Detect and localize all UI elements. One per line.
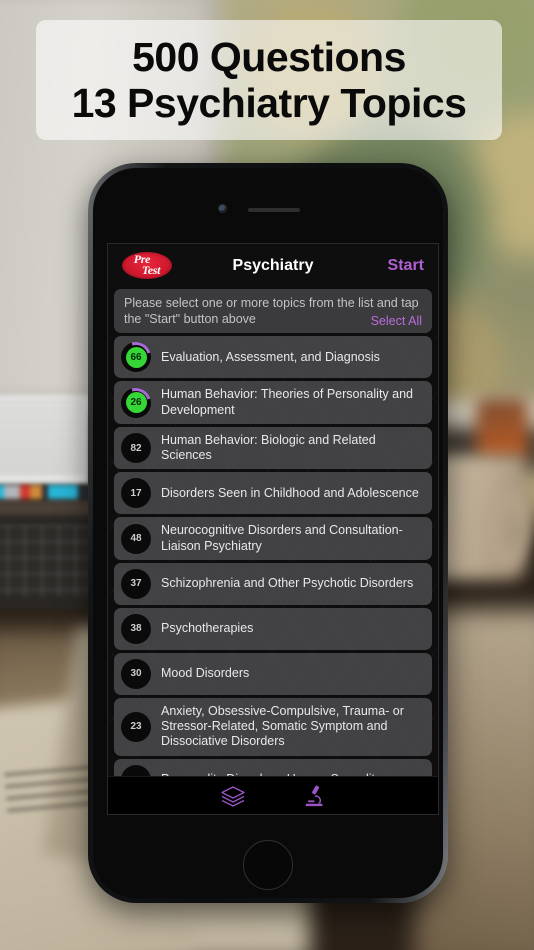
- topic-count-value: 17: [125, 482, 147, 504]
- topic-label: Anxiety, Obsessive-Compulsive, Trauma- o…: [161, 703, 404, 749]
- topic-label: Human Behavior: Biologic and Related Sci…: [161, 432, 376, 462]
- microscope-icon: [305, 785, 323, 806]
- front-camera-icon: [218, 204, 227, 213]
- topic-count-value: 23: [125, 716, 147, 738]
- topic-list[interactable]: 66 Evaluation, Assessment, and Diagnosis 2…: [108, 336, 438, 776]
- layers-icon: [221, 785, 245, 807]
- promo-line-2: 13 Psychiatry Topics: [71, 80, 467, 126]
- coffee-mug-handle: [484, 490, 530, 566]
- topic-row[interactable]: 82 Human Behavior: Biologic and Related S…: [114, 426, 432, 470]
- logo-text-test: Test: [141, 262, 161, 277]
- select-all-button[interactable]: Select All: [371, 314, 422, 328]
- phone-body: Pre Test Psychiatry Start Please select …: [93, 168, 443, 898]
- topic-count-value: 38: [125, 618, 147, 640]
- pretest-logo: Pre Test: [122, 252, 172, 279]
- earpiece-speaker: [248, 208, 300, 212]
- topic-label: Mood Disorders: [161, 666, 250, 681]
- progress-arc-icon: [115, 336, 157, 378]
- topic-count-value: 30: [125, 663, 147, 685]
- laptop-keyboard: [0, 525, 90, 597]
- progress-arc-icon: [115, 382, 157, 423]
- topic-row[interactable]: 23 Anxiety, Obsessive-Compulsive, Trauma-…: [114, 697, 432, 756]
- home-button[interactable]: [243, 840, 293, 890]
- topic-label: Psychotherapies: [161, 621, 254, 636]
- topic-label: Human Behavior: Theories of Personality …: [161, 387, 413, 417]
- topic-count-badge: 82: [121, 433, 151, 463]
- topic-count-value: 48: [125, 528, 147, 549]
- tab-microscope[interactable]: [302, 784, 326, 808]
- instruction-banner: Please select one or more topics from th…: [114, 289, 432, 334]
- topic-count-badge: 26: [115, 382, 157, 423]
- bottom-tab-bar: [108, 776, 438, 814]
- topic-count-badge: 38: [121, 613, 151, 644]
- topic-row[interactable]: 37 Schizophrenia and Other Psychotic Diso…: [114, 562, 432, 605]
- topic-label: Neurocognitive Disorders and Consultatio…: [161, 523, 403, 553]
- start-button[interactable]: Start: [388, 257, 424, 275]
- app-navbar: Pre Test Psychiatry Start: [108, 244, 438, 287]
- topic-row[interactable]: Personality Disorders, Human Sexuality,: [114, 758, 432, 776]
- topic-count-badge: 17: [121, 478, 151, 509]
- topic-label: Schizophrenia and Other Psychotic Disord…: [161, 576, 414, 591]
- topic-count-badge: 48: [121, 523, 151, 554]
- topic-row[interactable]: 30 Mood Disorders: [114, 652, 432, 695]
- topic-row[interactable]: 26 Human Behavior: Theories of Personalit…: [114, 381, 432, 424]
- topic-row[interactable]: 66 Evaluation, Assessment, and Diagnosis: [114, 336, 432, 379]
- plant-pot: [476, 398, 528, 460]
- topic-count-badge: 37: [121, 568, 151, 599]
- topic-count-value: 82: [125, 437, 147, 459]
- topic-count-badge: [121, 764, 151, 776]
- promo-line-1: 500 Questions: [132, 33, 406, 80]
- topic-count-value: [125, 769, 147, 776]
- topic-label: Evaluation, Assessment, and Diagnosis: [161, 349, 380, 364]
- topic-count-badge: 30: [121, 658, 151, 689]
- topic-row[interactable]: 38 Psychotherapies: [114, 607, 432, 650]
- topic-count-badge: 23: [121, 711, 151, 742]
- app-screen: Pre Test Psychiatry Start Please select …: [107, 243, 439, 815]
- promo-banner: 500 Questions 13 Psychiatry Topics: [36, 20, 502, 140]
- topic-row[interactable]: 48 Neurocognitive Disorders and Consultat…: [114, 517, 432, 560]
- tab-layers[interactable]: [220, 785, 246, 807]
- phone-mockup: Pre Test Psychiatry Start Please select …: [88, 163, 448, 903]
- topic-row[interactable]: 17 Disorders Seen in Childhood and Adoles…: [114, 472, 432, 515]
- laptop-screen: [0, 395, 90, 485]
- topic-count-badge: 66: [115, 336, 157, 378]
- laptop-dock: [0, 485, 90, 499]
- topic-count-value: 37: [125, 573, 147, 595]
- topic-label: Disorders Seen in Childhood and Adolesce…: [161, 485, 419, 500]
